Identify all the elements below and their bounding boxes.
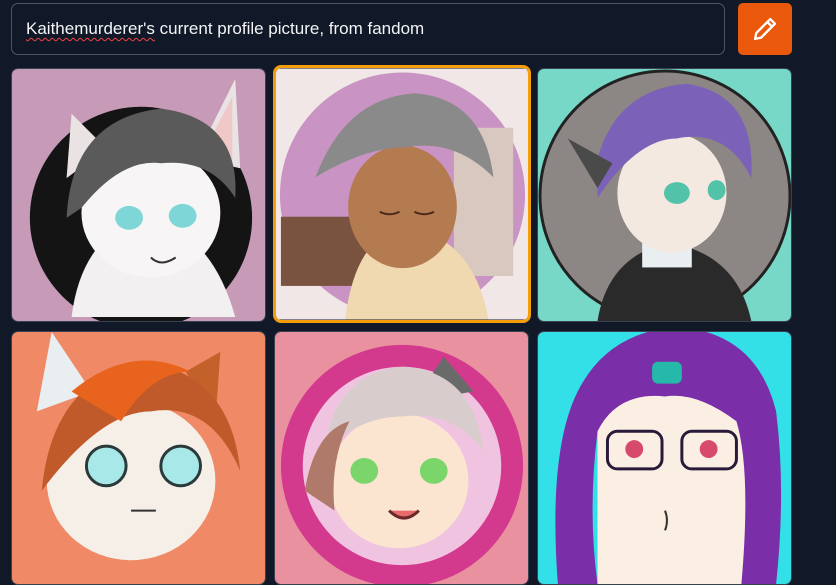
prompt-input[interactable]: Kaithemurderer's current profile picture… bbox=[11, 3, 725, 55]
image-tile-5[interactable] bbox=[274, 331, 529, 585]
generated-image-4 bbox=[12, 332, 265, 584]
image-tile-6[interactable] bbox=[537, 331, 792, 585]
image-tile-3[interactable] bbox=[537, 68, 792, 322]
image-tile-2[interactable] bbox=[273, 65, 531, 323]
prompt-text: current profile picture, from fandom bbox=[154, 19, 425, 38]
prompt-misspelled-word: Kaithemurderer's bbox=[26, 19, 155, 38]
image-tile-1[interactable] bbox=[11, 68, 266, 322]
generated-image-6 bbox=[538, 332, 791, 584]
generated-image-5 bbox=[275, 332, 528, 584]
image-grid bbox=[11, 65, 792, 585]
generated-image-3 bbox=[538, 69, 791, 321]
prompt-row: Kaithemurderer's current profile picture… bbox=[11, 3, 792, 55]
generate-button[interactable] bbox=[738, 3, 792, 55]
image-tile-4[interactable] bbox=[11, 331, 266, 585]
generated-image-1 bbox=[12, 69, 265, 321]
generated-image-2 bbox=[276, 68, 528, 320]
pencil-icon bbox=[753, 17, 777, 41]
